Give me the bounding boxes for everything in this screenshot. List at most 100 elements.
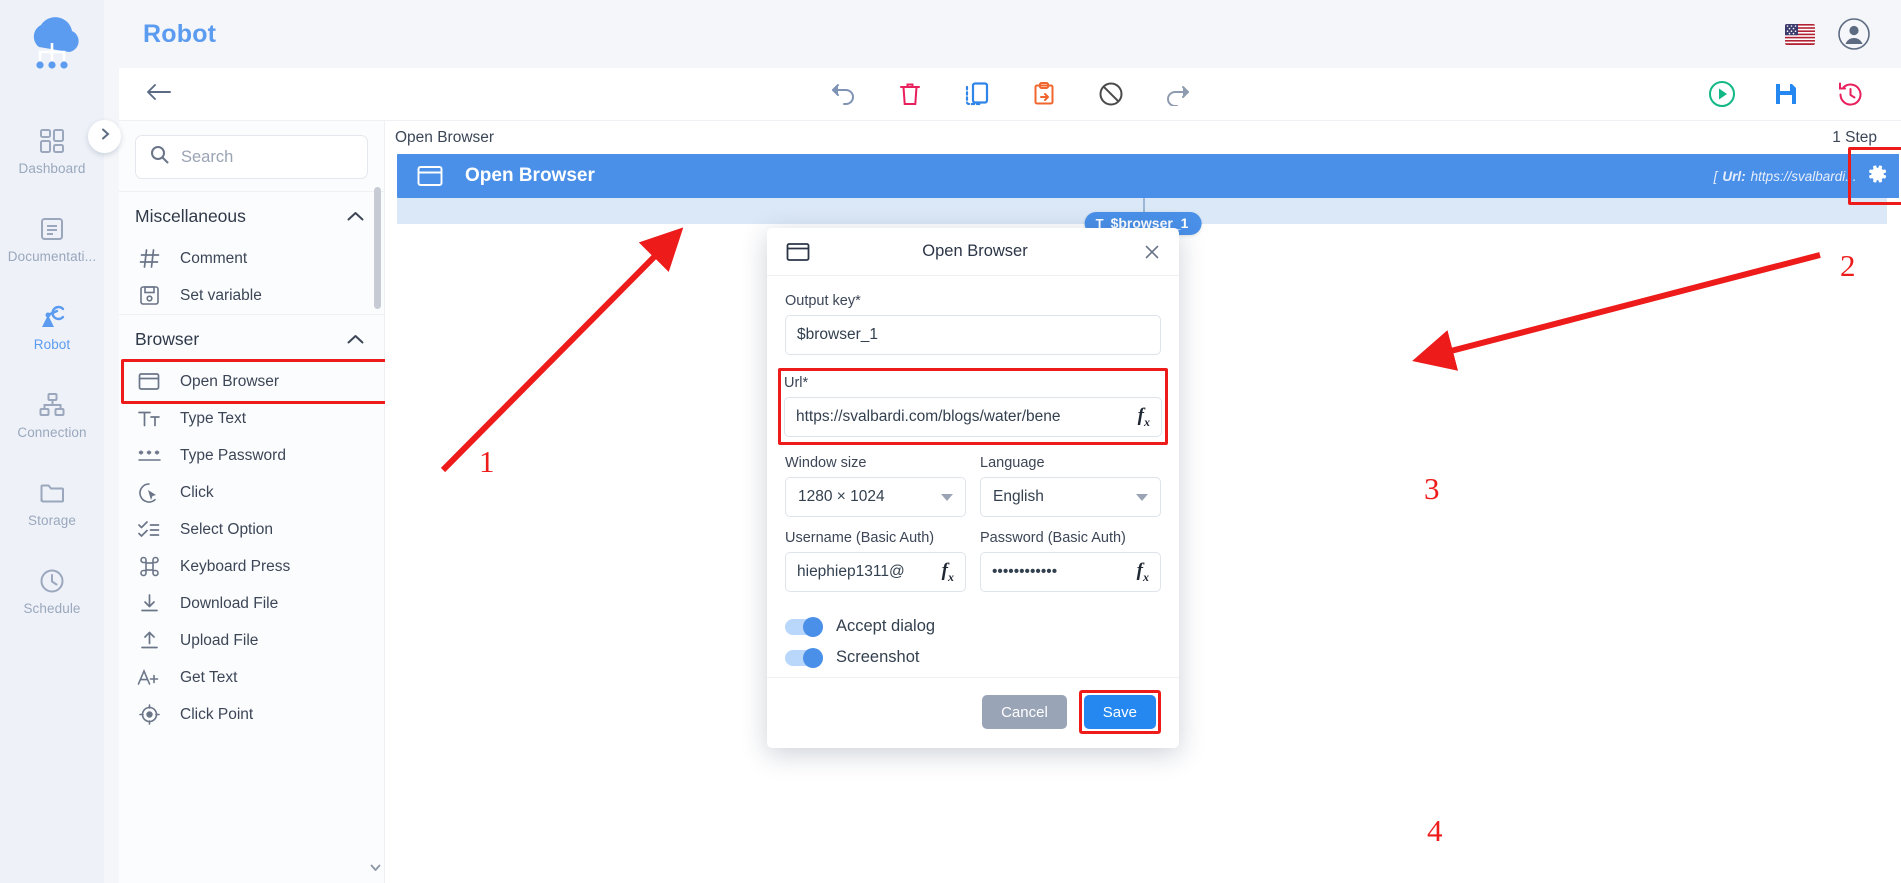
search-wrapper	[119, 121, 384, 191]
arrow-left-icon	[146, 82, 172, 107]
annotation-number-4: 4	[1427, 813, 1443, 848]
action-item-select-option[interactable]: Select Option	[119, 511, 384, 548]
username-input[interactable]	[797, 563, 932, 581]
step-settings-gear-button[interactable]	[1855, 154, 1899, 198]
action-item-set-variable[interactable]: Set variable	[119, 277, 384, 314]
robot-arm-icon	[38, 304, 66, 330]
field-url: Url* fx	[778, 368, 1168, 445]
sidebar-item-connection[interactable]: Connection	[0, 372, 104, 460]
scroll-down-arrow-icon[interactable]	[369, 861, 381, 873]
field-language: Language English	[980, 455, 1161, 517]
open-browser-dialog: Open Browser Output key* Url* fx	[767, 228, 1179, 748]
action-item-get-text[interactable]: Get Text	[119, 659, 384, 696]
sidebar-item-dashboard[interactable]: Dashboard	[0, 108, 104, 196]
action-item-download-file[interactable]: Download File	[119, 585, 384, 622]
header-actions	[1785, 17, 1871, 51]
action-item-open-browser[interactable]: Open Browser	[119, 359, 390, 404]
top-header-bar: Robot	[104, 0, 1901, 68]
annotation-number-2: 2	[1840, 248, 1856, 283]
url-input-wrap[interactable]: fx	[784, 397, 1162, 437]
panel-scrollbar[interactable]	[374, 187, 381, 855]
cancel-button[interactable]: Cancel	[982, 695, 1067, 729]
toggle-screenshot[interactable]: Screenshot	[785, 647, 1161, 668]
action-label: Download File	[180, 594, 279, 612]
type-password-icon	[137, 444, 161, 468]
history-icon[interactable]	[1833, 77, 1867, 111]
url-input[interactable]	[796, 408, 1128, 426]
us-flag-icon[interactable]	[1785, 23, 1815, 45]
meta-open-bracket: [	[1713, 168, 1718, 184]
url-formula-icon[interactable]: fx	[1134, 405, 1150, 430]
action-label: Open Browser	[180, 372, 280, 390]
group-header-miscellaneous[interactable]: Miscellaneous	[119, 191, 384, 240]
window-size-select[interactable]: 1280 × 1024	[785, 477, 966, 517]
browser-window-icon	[785, 239, 811, 265]
field-window-size: Window size 1280 × 1024	[785, 455, 966, 517]
search-box[interactable]	[135, 135, 368, 179]
action-item-click[interactable]: Click	[119, 474, 384, 511]
screenshot-label: Screenshot	[836, 648, 920, 666]
paste-icon[interactable]	[1027, 77, 1061, 111]
password-input-wrap[interactable]: fx	[980, 552, 1161, 592]
run-play-icon[interactable]	[1705, 77, 1739, 111]
close-icon[interactable]	[1139, 239, 1165, 265]
application-root: Dashboard Documentati... Robot Connectio…	[0, 0, 1901, 883]
password-formula-icon[interactable]: fx	[1133, 560, 1149, 585]
back-button[interactable]	[143, 78, 175, 110]
output-key-input-wrap[interactable]	[785, 315, 1161, 355]
action-item-upload-file[interactable]: Upload File	[119, 622, 384, 659]
clock-icon	[39, 568, 65, 594]
sidebar-item-storage[interactable]: Storage	[0, 460, 104, 548]
action-label: Set variable	[180, 286, 262, 304]
sidebar-item-schedule[interactable]: Schedule	[0, 548, 104, 636]
accept-dialog-switch[interactable]	[785, 616, 823, 637]
chevron-down-icon	[1136, 493, 1148, 501]
chevron-right-icon	[98, 127, 112, 146]
screenshot-switch[interactable]	[785, 647, 823, 668]
action-item-comment[interactable]: Comment	[119, 240, 384, 277]
chevron-up-icon	[347, 329, 364, 350]
sidebar-item-documentation[interactable]: Documentati...	[0, 196, 104, 284]
password-input[interactable]	[992, 563, 1127, 581]
scrollbar-thumb[interactable]	[374, 187, 381, 309]
save-disk-icon[interactable]	[1769, 77, 1803, 111]
action-item-keyboard-press[interactable]: Keyboard Press	[119, 548, 384, 585]
sidebar-item-label: Connection	[17, 425, 87, 440]
redo-icon[interactable]	[1161, 77, 1195, 111]
rail-items: Dashboard Documentati... Robot Connectio…	[0, 108, 104, 636]
click-cursor-icon	[137, 481, 161, 505]
flow-name: Open Browser	[395, 128, 495, 146]
output-key-input[interactable]	[797, 326, 1149, 344]
action-item-click-point[interactable]: Click Point	[119, 696, 384, 733]
hash-icon	[137, 247, 161, 271]
sidebar-item-label: Robot	[33, 337, 71, 352]
step-title: Open Browser	[465, 165, 595, 186]
meta-key: Url:	[1722, 168, 1746, 184]
type-text-icon	[137, 407, 161, 431]
username-input-wrap[interactable]: fx	[785, 552, 966, 592]
group-header-browser[interactable]: Browser	[119, 314, 384, 363]
flow-step-open-browser[interactable]: Open Browser [ Url: https://svalbardi...…	[397, 147, 1901, 205]
user-avatar-icon[interactable]	[1837, 17, 1871, 51]
username-formula-icon[interactable]: fx	[938, 560, 954, 585]
action-item-type-text[interactable]: Type Text	[119, 400, 384, 437]
save-button[interactable]: Save	[1083, 695, 1156, 729]
password-label: Password (Basic Auth)	[980, 530, 1126, 546]
action-label: Keyboard Press	[180, 557, 291, 575]
sidebar-item-robot[interactable]: Robot	[0, 284, 104, 372]
dashboard-icon	[39, 128, 65, 154]
action-label: Get Text	[180, 668, 238, 686]
undo-icon[interactable]	[826, 77, 860, 111]
action-label: Click Point	[180, 705, 254, 723]
meta-value: https://svalbardi....	[1750, 168, 1861, 184]
select-option-icon	[137, 518, 161, 542]
toggle-accept-dialog[interactable]: Accept dialog	[785, 616, 1161, 637]
action-item-type-password[interactable]: Type Password	[119, 437, 384, 474]
delete-trash-icon[interactable]	[893, 77, 927, 111]
rail-expand-toggle[interactable]	[88, 120, 121, 153]
folder-icon	[39, 480, 65, 506]
duplicate-icon[interactable]	[960, 77, 994, 111]
disable-icon[interactable]	[1094, 77, 1128, 111]
language-select[interactable]: English	[980, 477, 1161, 517]
search-input[interactable]	[181, 147, 353, 167]
